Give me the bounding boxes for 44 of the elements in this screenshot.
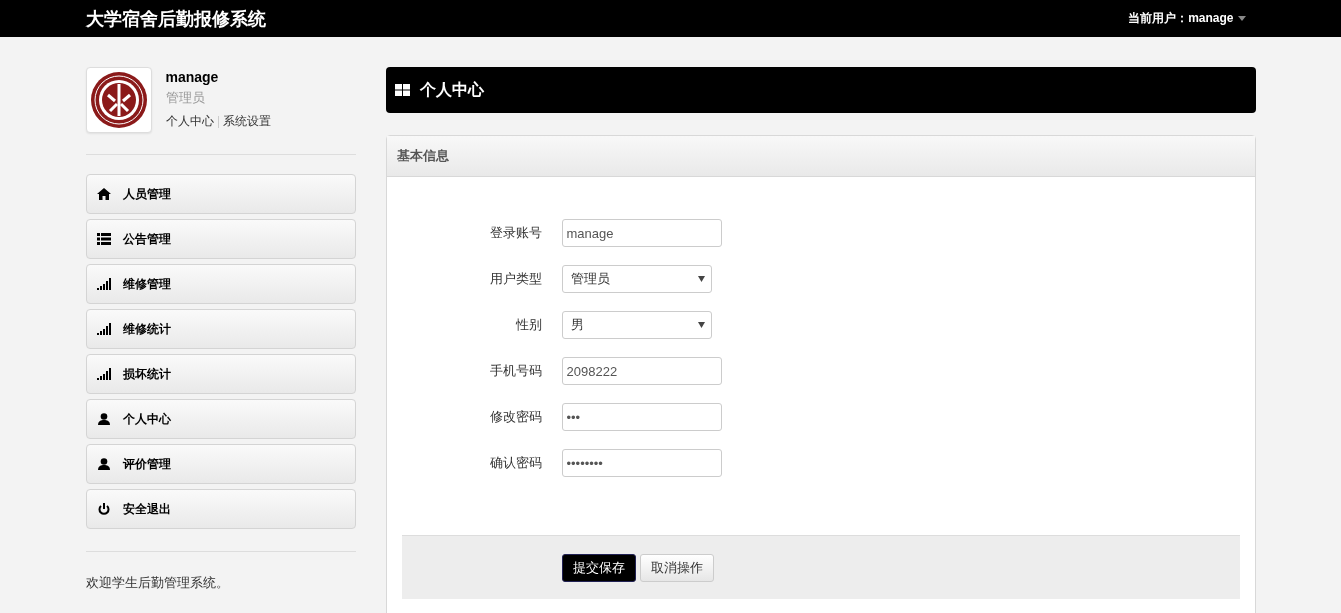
sidebar-menu-item[interactable]: 个人中心 <box>85 399 356 439</box>
dropdown[interactable]: 管理员 <box>561 265 712 293</box>
current-user-menu[interactable]: 当前用户：manage <box>1128 10 1234 27</box>
submit-button[interactable]: 提交保存 <box>561 553 636 582</box>
field-label: 登录账号 <box>488 224 542 242</box>
page-title: 个人中心 <box>419 79 484 100</box>
panel-title: 基本信息 <box>396 147 449 165</box>
sidebar-menu-item[interactable]: 人员管理 <box>85 174 356 214</box>
profile-link[interactable]: 个人中心 <box>165 113 214 130</box>
profile-name: manage <box>165 69 220 85</box>
dropdown[interactable]: 男 <box>561 311 712 339</box>
text-field[interactable]: 2098222 <box>561 357 722 385</box>
dropdown-arrow-icon <box>697 276 705 282</box>
sidebar-menu-item[interactable]: 安全退出 <box>85 489 356 529</box>
user-icon <box>96 413 111 425</box>
field-label: 确认密码 <box>488 454 542 472</box>
signal-bars-icon <box>96 368 111 380</box>
signal-bars-icon <box>96 323 111 335</box>
dropdown-arrow-icon <box>697 322 705 328</box>
profile-role: 管理员 <box>165 89 206 107</box>
field-label: 用户类型 <box>488 270 542 288</box>
password-field[interactable]: •••••••• <box>561 449 722 477</box>
sidebar-menu-item[interactable]: 维修管理 <box>85 264 356 304</box>
cancel-button[interactable]: 取消操作 <box>639 553 714 582</box>
password-field[interactable]: ••• <box>561 403 722 431</box>
grid-icon <box>394 84 410 96</box>
sidebar-menu-item[interactable]: 维修统计 <box>85 309 356 349</box>
profile-link[interactable]: 系统设置 <box>222 113 271 130</box>
caret-icon <box>1237 16 1246 21</box>
sidebar-menu-item[interactable]: 评价管理 <box>85 444 356 484</box>
field-label: 修改密码 <box>488 408 542 426</box>
sidebar-menu-item[interactable]: 损坏统计 <box>85 354 356 394</box>
emblem-logo-icon <box>85 67 152 133</box>
text-field[interactable]: manage <box>561 219 722 247</box>
field-label: 手机号码 <box>488 362 542 380</box>
power-icon <box>96 503 111 515</box>
field-label: 性别 <box>514 316 542 334</box>
list-icon <box>96 233 111 245</box>
sidebar-menu-item[interactable]: 公告管理 <box>85 219 356 259</box>
user-icon <box>96 458 111 470</box>
app-title: 大学宿舍后勤报修系统 <box>85 7 266 31</box>
welcome-text: 欢迎学生后勤管理系统。 <box>85 574 230 592</box>
signal-bars-icon <box>96 278 111 290</box>
home-icon <box>96 188 111 200</box>
